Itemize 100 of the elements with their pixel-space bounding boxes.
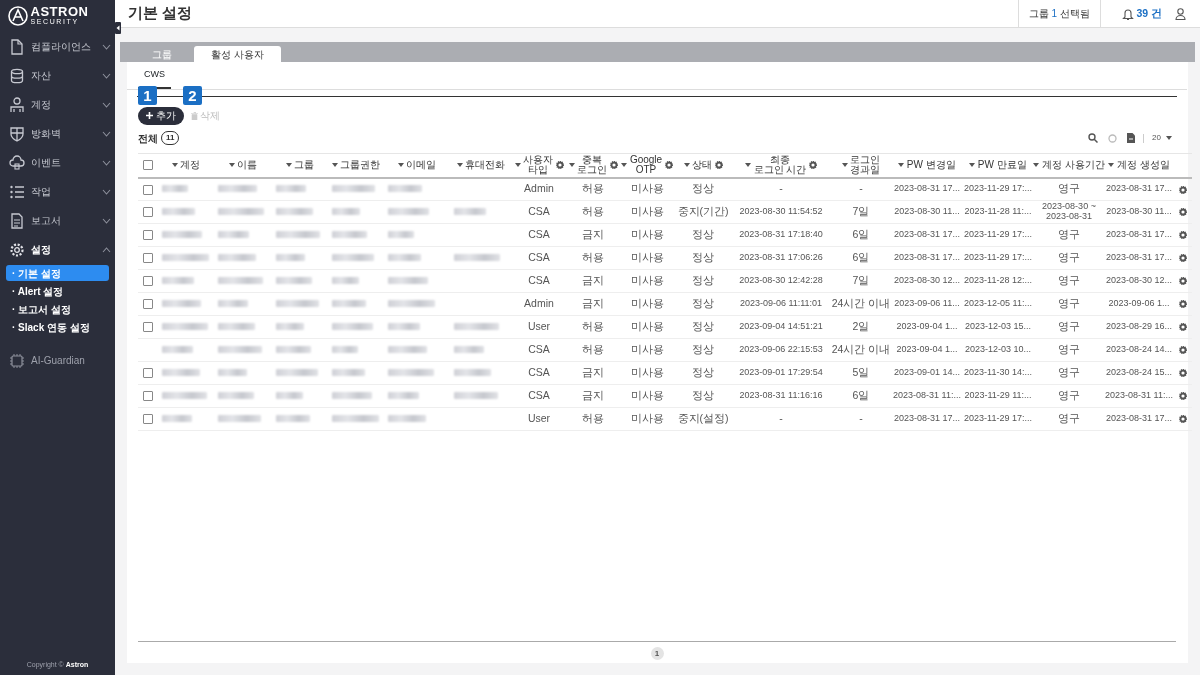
sort-caret-icon[interactable] [1108, 163, 1115, 167]
sidebar-item[interactable]: 계정 [0, 90, 115, 119]
column-header[interactable]: 사용자 타입 [523, 154, 553, 176]
page-title: 기본 설정 [128, 3, 194, 24]
search-icon[interactable] [1088, 133, 1099, 143]
table-cell: 미사용 [630, 343, 664, 356]
sort-caret-icon[interactable] [228, 163, 235, 167]
column-header[interactable]: PW 변경일 [906, 159, 956, 171]
checkbox[interactable] [143, 184, 153, 195]
column-header[interactable]: 중복 로그인 [577, 154, 607, 176]
settings-icon[interactable] [555, 161, 564, 169]
table-cell: 2023-11-30 14:... [964, 367, 1032, 378]
sort-caret-icon[interactable] [621, 163, 628, 167]
checkbox[interactable] [143, 391, 153, 402]
settings-icon[interactable] [1179, 231, 1187, 240]
blurred-text [276, 369, 318, 377]
sidebar-item[interactable]: 방화벽 [0, 119, 115, 148]
table-cell: 영구 [1058, 274, 1080, 287]
column-header[interactable]: PW 만료일 [977, 159, 1027, 171]
sort-caret-icon[interactable] [969, 163, 976, 167]
submenu-item[interactable]: · 보고서 설정 [6, 301, 109, 317]
sort-caret-icon[interactable] [568, 163, 575, 167]
page-size-select[interactable]: 20 [1152, 132, 1172, 144]
column-header[interactable]: 계정 사용기간 [1041, 159, 1105, 171]
settings-icon[interactable] [1179, 346, 1187, 355]
checkbox[interactable] [143, 299, 153, 310]
settings-icon[interactable] [1179, 254, 1187, 263]
table-cell: 2023-08-31 11:... [893, 390, 961, 401]
settings-icon[interactable] [1179, 277, 1187, 286]
checkbox[interactable] [143, 414, 153, 425]
sort-caret-icon[interactable] [171, 163, 178, 167]
sort-caret-icon[interactable] [285, 163, 292, 167]
sidebar-item[interactable]: 이벤트 [0, 148, 115, 177]
blurred-text [454, 346, 484, 354]
sort-caret-icon[interactable] [456, 163, 463, 167]
collapse-sidebar-icon[interactable] [115, 22, 121, 34]
column-header[interactable]: Google OTP [629, 154, 663, 176]
sidebar-item[interactable]: 컴플라이언스 [0, 32, 115, 61]
checkbox[interactable] [143, 368, 153, 379]
sort-caret-icon[interactable] [514, 163, 521, 167]
page-button[interactable]: 1 [650, 647, 664, 660]
settings-icon[interactable] [1179, 300, 1187, 309]
checkbox[interactable] [143, 322, 153, 333]
settings-icon[interactable] [1179, 369, 1187, 378]
sort-caret-icon[interactable] [397, 163, 404, 167]
file-download-icon[interactable] [1127, 133, 1136, 143]
column-header[interactable]: 이메일 [406, 159, 437, 171]
blurred-text [388, 231, 414, 239]
sidebar-item[interactable]: 보고서 [0, 206, 115, 235]
shield-icon [9, 125, 25, 142]
sort-caret-icon[interactable] [898, 163, 905, 167]
checkbox[interactable] [143, 276, 153, 287]
column-header[interactable]: 최종 로그인 시간 [753, 154, 807, 176]
sort-caret-icon[interactable] [745, 163, 752, 167]
blurred-text [218, 323, 255, 331]
user-icon[interactable] [1175, 7, 1186, 20]
settings-icon[interactable] [1179, 323, 1187, 332]
settings-icon[interactable] [1179, 185, 1187, 194]
tab[interactable]: 활성 사용자 [194, 46, 281, 62]
settings-icon[interactable] [1179, 415, 1187, 424]
notification-button[interactable]: 39 건 [1120, 4, 1163, 23]
sort-caret-icon[interactable] [841, 163, 848, 167]
sidebar-item[interactable]: 작업 [0, 177, 115, 206]
sidebar-item[interactable]: AI-Guardian [0, 346, 115, 375]
table-cell: 2023-11-29 17:... [964, 252, 1032, 263]
table-cell: 미사용 [630, 182, 664, 195]
submenu-item[interactable]: · Alert 설정 [6, 283, 109, 299]
action-button[interactable]: 추가 [138, 106, 184, 125]
sort-caret-icon[interactable] [683, 163, 690, 167]
sidebar-item[interactable]: 설정 [0, 235, 115, 264]
sort-caret-icon[interactable] [331, 163, 338, 167]
settings-icon[interactable] [1179, 392, 1187, 401]
settings-icon[interactable] [1179, 208, 1187, 217]
column-header[interactable]: 상태 [692, 159, 712, 171]
blurred-text [388, 254, 421, 262]
settings-icon[interactable] [664, 161, 673, 169]
blurred-text [454, 392, 498, 400]
column-header[interactable]: 이름 [237, 159, 258, 171]
column-header[interactable]: 휴대전화 [465, 159, 506, 171]
sort-caret-icon[interactable] [1033, 163, 1040, 167]
sidebar-item[interactable]: 자산 [0, 61, 115, 90]
table-cell: 2023-12-05 11:... [964, 298, 1032, 309]
table-cell: 24시간 이내 [831, 297, 891, 310]
column-header[interactable]: 계정 [180, 159, 201, 171]
table-cell: 미사용 [630, 412, 664, 425]
submenu-item[interactable]: · Slack 연동 설정 [6, 319, 109, 335]
table-cell: 허용 [582, 412, 604, 425]
settings-icon[interactable] [808, 161, 817, 169]
checkbox[interactable] [143, 207, 153, 218]
settings-icon[interactable] [714, 161, 723, 169]
checkbox[interactable] [143, 253, 153, 264]
column-header[interactable]: 그룹 [294, 159, 315, 171]
selected-group-text: 그룹 1 선택됨 [1017, 0, 1101, 28]
column-header[interactable]: 로그인 경과일 [850, 154, 881, 176]
table-cell: 2023-08-31 17... [1105, 413, 1173, 424]
checkbox[interactable] [143, 230, 153, 241]
settings-icon[interactable] [609, 161, 618, 169]
checkbox[interactable] [143, 160, 153, 171]
column-header[interactable]: 그룹권한 [340, 159, 381, 171]
column-header[interactable]: 계정 생성일 [1116, 159, 1170, 171]
